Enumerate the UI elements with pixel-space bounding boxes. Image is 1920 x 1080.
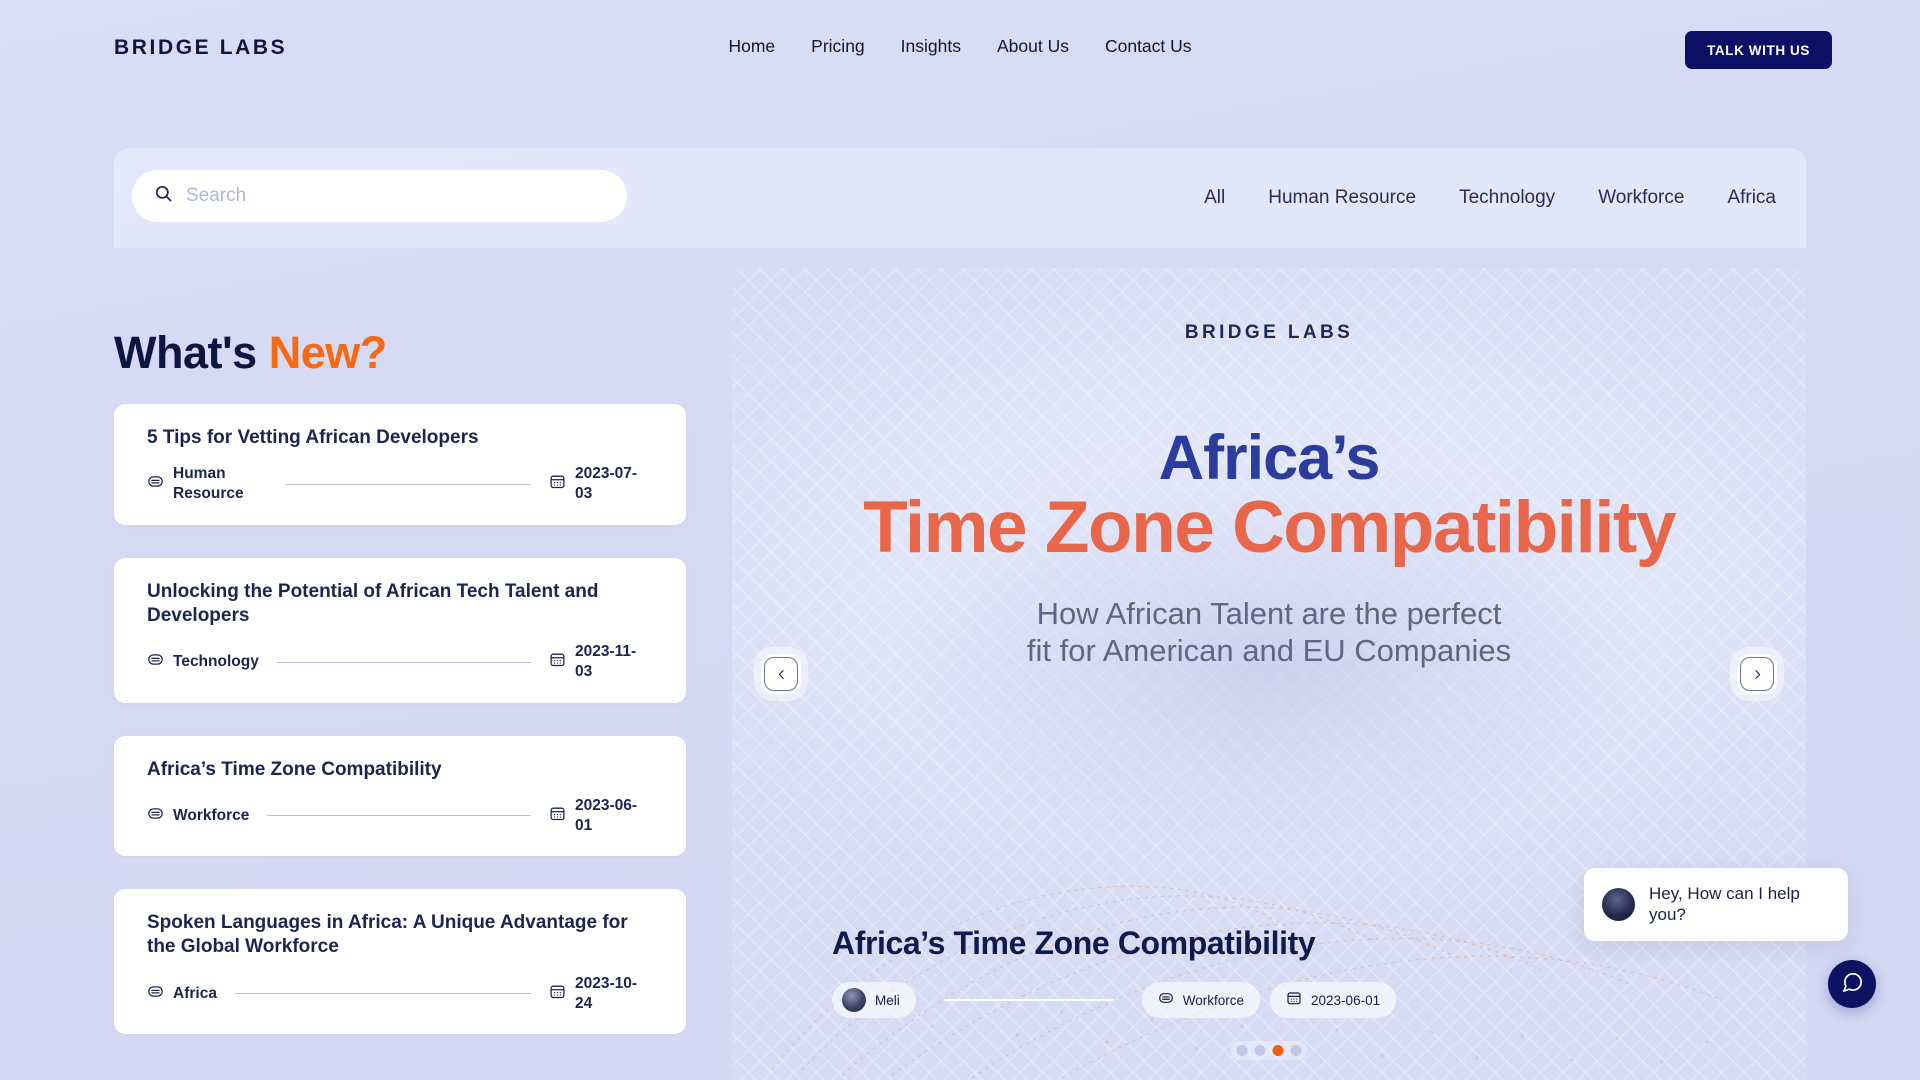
article-date: 2023-10-24 bbox=[575, 974, 638, 1012]
page-title: What's New? bbox=[114, 327, 387, 379]
article-category-group: Human Resource bbox=[147, 464, 267, 504]
article-meta: Africa 2023-10-24 bbox=[147, 974, 653, 1014]
nav-link-pricing[interactable]: Pricing bbox=[811, 36, 865, 57]
article-list: 5 Tips for Vetting African Developers Hu… bbox=[114, 404, 686, 1067]
hero-author-pill: Meli bbox=[832, 982, 916, 1018]
hero-date-pill: 2023-06-01 bbox=[1270, 982, 1397, 1018]
chat-bubble-icon bbox=[1841, 971, 1864, 997]
article-date-group: 2023-07-03 bbox=[549, 464, 653, 504]
hero-subheadline-line-1: How African Talent are the perfect bbox=[1036, 596, 1502, 631]
hero-category: Workforce bbox=[1182, 992, 1245, 1008]
article-meta: Workforce 2023-06-01 bbox=[147, 796, 653, 836]
tag-icon bbox=[147, 983, 164, 1005]
hero-subheadline-line-2: fit for American and EU Companies bbox=[1026, 632, 1512, 668]
tag-icon bbox=[147, 473, 164, 495]
nav-link-about-us[interactable]: About Us bbox=[997, 36, 1069, 57]
carousel-dot-4[interactable] bbox=[1290, 1045, 1302, 1056]
hero-meta-pills: Meli Workforce 2023-06-01 bbox=[832, 982, 1706, 1018]
chevron-left-icon bbox=[764, 657, 798, 691]
article-meta: Human Resource 2023-07-03 bbox=[147, 464, 653, 504]
article-card[interactable]: Spoken Languages in Africa: A Unique Adv… bbox=[114, 889, 686, 1034]
chat-greeting-text: Hey, How can I help you? bbox=[1649, 884, 1800, 924]
article-date: 2023-11-03 bbox=[575, 643, 637, 681]
category-filter-workforce[interactable]: Workforce bbox=[1598, 187, 1684, 209]
hero-headline-line-1: Africa’s bbox=[1158, 423, 1381, 493]
page-title-part-1: What's bbox=[114, 327, 269, 378]
article-title: Spoken Languages in Africa: A Unique Adv… bbox=[147, 912, 628, 958]
article-category: Human Resource bbox=[173, 465, 244, 503]
tag-icon bbox=[147, 651, 164, 673]
primary-nav-links: Home Pricing Insights About Us Contact U… bbox=[728, 36, 1191, 57]
calendar-icon bbox=[549, 805, 566, 827]
calendar-icon bbox=[1286, 990, 1302, 1011]
calendar-icon bbox=[549, 473, 566, 495]
article-date-group: 2023-06-01 bbox=[549, 796, 653, 836]
search-filter-bar: All Human Resource Technology Workforce … bbox=[114, 148, 1806, 248]
article-category: Workforce bbox=[173, 806, 250, 824]
chevron-right-icon bbox=[1740, 657, 1774, 691]
meta-divider bbox=[285, 483, 531, 485]
category-filter-human-resource[interactable]: Human Resource bbox=[1268, 187, 1416, 209]
article-title: Unlocking the Potential of African Tech … bbox=[147, 580, 599, 626]
article-meta: Technology 2023-11-03 bbox=[147, 642, 653, 682]
carousel-next-button[interactable] bbox=[1737, 654, 1777, 694]
chat-greeting-bubble[interactable]: Hey, How can I help you? bbox=[1584, 868, 1848, 941]
calendar-icon bbox=[549, 651, 566, 673]
nav-link-contact-us[interactable]: Contact Us bbox=[1105, 36, 1192, 57]
page-root: BRIDGE LABS Home Pricing Insights About … bbox=[0, 0, 1920, 1080]
hero-article-caption: Africa’s Time Zone Compatibility bbox=[832, 925, 1316, 961]
hero-meta-divider bbox=[943, 999, 1114, 1001]
search-input[interactable] bbox=[186, 185, 605, 207]
featured-article-carousel: BRIDGE LABS Africa’s Time Zone Compatibi… bbox=[732, 268, 1806, 1080]
top-navigation-bar: BRIDGE LABS Home Pricing Insights About … bbox=[0, 0, 1920, 98]
article-title: 5 Tips for Vetting African Developers bbox=[147, 427, 479, 448]
category-filter-africa[interactable]: Africa bbox=[1727, 187, 1776, 209]
nav-link-home[interactable]: Home bbox=[728, 36, 775, 57]
article-category-group: Workforce bbox=[147, 805, 249, 827]
hero-headline-line-2: Time Zone Compatibility bbox=[863, 487, 1676, 568]
carousel-dot-1[interactable] bbox=[1236, 1045, 1248, 1056]
article-card[interactable]: Africa’s Time Zone Compatibility Workfor… bbox=[114, 735, 686, 857]
article-category: Technology bbox=[173, 653, 259, 671]
search-icon bbox=[154, 184, 173, 208]
article-date: 2023-06-01 bbox=[575, 796, 638, 834]
chat-launcher-button[interactable] bbox=[1828, 960, 1876, 1008]
article-date: 2023-07-03 bbox=[575, 465, 638, 503]
article-category: Africa bbox=[173, 984, 217, 1002]
hero-category-pill: Workforce bbox=[1141, 982, 1261, 1018]
talk-with-us-button[interactable]: TALK WITH US bbox=[1685, 31, 1832, 69]
hero-author-name: Meli bbox=[875, 992, 900, 1008]
chat-agent-avatar bbox=[1602, 888, 1635, 922]
article-date-group: 2023-11-03 bbox=[549, 642, 653, 682]
category-filter-technology[interactable]: Technology bbox=[1459, 187, 1555, 209]
calendar-icon bbox=[549, 983, 566, 1005]
article-date-group: 2023-10-24 bbox=[549, 974, 653, 1014]
meta-divider bbox=[234, 993, 531, 995]
article-card[interactable]: 5 Tips for Vetting African Developers Hu… bbox=[114, 404, 686, 525]
carousel-prev-button[interactable] bbox=[761, 654, 801, 694]
hero-date: 2023-06-01 bbox=[1311, 992, 1381, 1008]
tag-icon bbox=[1158, 990, 1174, 1011]
search-box[interactable] bbox=[132, 170, 627, 222]
carousel-pagination-dots bbox=[1230, 1041, 1308, 1060]
carousel-dot-3[interactable] bbox=[1272, 1045, 1284, 1056]
tag-icon bbox=[147, 805, 164, 827]
hero-subheadline: How African Talent are the perfect fit f… bbox=[732, 596, 1806, 669]
site-logo[interactable]: BRIDGE LABS bbox=[114, 36, 287, 60]
article-category-group: Technology bbox=[147, 651, 259, 673]
carousel-dot-2[interactable] bbox=[1254, 1045, 1266, 1056]
avatar bbox=[842, 988, 866, 1012]
article-title: Africa’s Time Zone Compatibility bbox=[147, 758, 442, 780]
article-card[interactable]: Unlocking the Potential of African Tech … bbox=[114, 557, 686, 703]
meta-divider bbox=[276, 661, 531, 663]
meta-divider bbox=[267, 815, 531, 817]
category-filter-list: All Human Resource Technology Workforce … bbox=[1204, 148, 1776, 248]
hero-brand-logo: BRIDGE LABS bbox=[1184, 322, 1354, 343]
category-filter-all[interactable]: All bbox=[1204, 187, 1225, 209]
article-category-group: Africa bbox=[147, 983, 217, 1005]
page-title-part-2: New? bbox=[268, 327, 388, 378]
nav-link-insights[interactable]: Insights bbox=[901, 36, 961, 57]
